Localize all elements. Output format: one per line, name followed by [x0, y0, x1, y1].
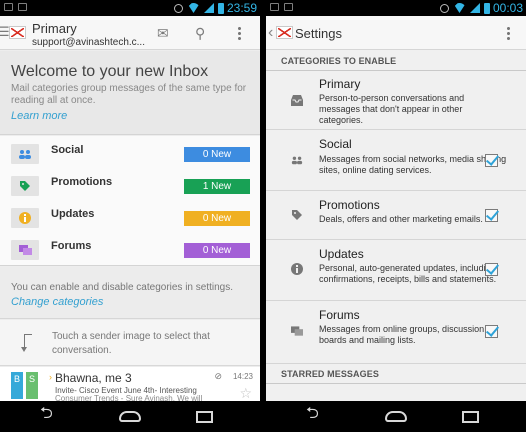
notification-icon — [4, 3, 13, 11]
people-icon — [11, 144, 39, 164]
info-icon — [11, 208, 39, 228]
category-setting-social[interactable]: Social Messages from social networks, me… — [266, 131, 526, 191]
home-nav-icon[interactable] — [119, 411, 141, 422]
wifi-icon — [187, 3, 200, 13]
status-time: 23:59 — [226, 1, 257, 15]
overflow-menu-icon[interactable] — [507, 26, 510, 40]
tag-icon — [11, 176, 39, 196]
gmail-logo-icon[interactable] — [9, 26, 26, 39]
section-header-starred: STARRED MESSAGES — [266, 364, 526, 384]
people-icon — [291, 154, 303, 166]
sender-image-tip: Touch a sender image to select that conv… — [0, 320, 260, 366]
status-bar: 00:03 — [266, 0, 526, 16]
setting-description: Person-to-person conversations and messa… — [319, 93, 465, 125]
mail-time: 14:23 — [232, 372, 253, 381]
category-row-promotions[interactable]: Promotions 1 New — [0, 170, 260, 202]
category-label: Social — [51, 144, 84, 156]
setting-description: Messages from social networks, media sha… — [319, 154, 507, 175]
action-bar: ‹ Settings — [266, 16, 526, 50]
category-label: Promotions — [51, 176, 113, 188]
category-setting-promotions[interactable]: Promotions Deals, offers and other marke… — [266, 192, 526, 240]
tag-icon — [291, 209, 303, 221]
section-header-categories: CATEGORIES TO ENABLE — [266, 51, 526, 71]
info-icon — [291, 263, 303, 275]
back-nav-icon[interactable]: ⮌ — [306, 406, 319, 422]
notification-icon — [270, 3, 279, 11]
new-count-badge: 0 New — [184, 211, 250, 226]
category-label: Updates — [51, 208, 95, 220]
category-setting-updates[interactable]: Updates Personal, auto-generated updates… — [266, 241, 526, 301]
category-row-forums[interactable]: Forums 0 New — [0, 234, 260, 266]
welcome-title: Welcome to your new Inbox — [11, 63, 209, 80]
forums-checkbox[interactable] — [485, 325, 498, 338]
enable-categories-tip: You can enable and disable categories in… — [0, 267, 260, 319]
category-label: Forums — [51, 240, 92, 252]
enable-text: You can enable and disable categories in… — [11, 282, 234, 293]
gmail-logo-icon[interactable] — [276, 26, 293, 39]
status-time: 00:03 — [492, 1, 523, 15]
wifi-icon — [453, 3, 466, 13]
chat-bubbles-icon — [291, 325, 303, 337]
setting-description: Personal, auto-generated updates, includ… — [319, 263, 497, 284]
search-icon[interactable]: ⚲ — [195, 25, 205, 41]
inbox-screen: 23:59 ☰ Primary support@avinashtech.c...… — [0, 0, 260, 432]
setting-description: Messages from online groups, discussion … — [319, 324, 485, 345]
recents-nav-icon[interactable] — [196, 411, 213, 423]
recents-nav-icon[interactable] — [462, 411, 479, 423]
setting-description: Deals, offers and other marketing emails… — [319, 214, 483, 224]
change-categories-link[interactable]: Change categories — [11, 296, 103, 308]
setting-name: Primary — [319, 77, 361, 91]
category-setting-forums[interactable]: Forums Messages from online groups, disc… — [266, 302, 526, 364]
category-row-social[interactable]: Social 0 New — [0, 138, 260, 170]
star-icon[interactable]: ☆ — [239, 385, 252, 402]
setting-name: Social — [319, 137, 352, 151]
inbox-icon — [291, 94, 303, 106]
overflow-menu-icon[interactable] — [238, 26, 241, 40]
compose-icon[interactable]: ✉ — [157, 25, 169, 41]
category-setting-primary[interactable]: Primary Person-to-person conversations a… — [266, 72, 526, 130]
setting-name: Updates — [319, 247, 364, 261]
setting-name: Promotions — [319, 198, 380, 212]
category-row-updates[interactable]: Updates 0 New — [0, 202, 260, 234]
folder-title[interactable]: Primary — [32, 21, 77, 36]
promotions-checkbox[interactable] — [485, 209, 498, 222]
setting-name: Forums — [319, 308, 360, 322]
new-count-badge: 0 New — [184, 147, 250, 162]
page-title: Settings — [295, 26, 342, 41]
status-bar: 23:59 — [0, 0, 260, 16]
new-count-badge: 0 New — [184, 243, 250, 258]
notification-icon — [284, 3, 293, 11]
touch-tip-text: Touch a sender image to select that conv… — [52, 331, 210, 356]
welcome-body: Mail categories group messages of the sa… — [11, 83, 247, 106]
signal-icon — [204, 3, 214, 13]
chat-bubbles-icon — [11, 240, 39, 260]
nav-bar: ⮌ — [0, 401, 260, 432]
settings-screen: 00:03 ‹ Settings CATEGORIES TO ENABLE Pr… — [266, 0, 526, 432]
arrow-down-icon — [21, 334, 32, 352]
nav-bar: ⮌ — [266, 401, 526, 432]
social-checkbox[interactable] — [485, 154, 498, 167]
signal-icon — [470, 3, 480, 13]
sender-avatar[interactable]: B — [11, 372, 23, 399]
importance-marker-icon: › — [49, 372, 52, 382]
battery-icon — [218, 2, 224, 14]
attachment-icon: ⊘ — [214, 371, 222, 381]
category-list: Social 0 New Promotions 1 New Updates 0 … — [0, 136, 260, 266]
new-count-badge: 1 New — [184, 179, 250, 194]
home-nav-icon[interactable] — [385, 411, 407, 422]
notification-icon — [18, 3, 27, 11]
account-email[interactable]: support@avinashtech.c... — [32, 37, 145, 48]
learn-more-link[interactable]: Learn more — [11, 110, 67, 122]
mail-sender: Bhawna, me 3 — [55, 371, 132, 385]
back-nav-icon[interactable]: ⮌ — [40, 406, 53, 422]
sender-avatar[interactable]: S — [26, 372, 38, 399]
battery-icon — [484, 2, 490, 14]
alarm-icon — [174, 3, 183, 13]
action-bar: ☰ Primary support@avinashtech.c... ✉ ⚲ — [0, 16, 260, 50]
updates-checkbox[interactable] — [485, 263, 498, 276]
alarm-icon — [440, 3, 449, 13]
back-chevron-icon[interactable]: ‹ — [268, 24, 273, 42]
conversation-row[interactable]: B S › Bhawna, me 3 ⊘ 14:23 Invite- Cisco… — [0, 367, 260, 403]
welcome-card: Welcome to your new Inbox Mail categorie… — [0, 51, 260, 135]
